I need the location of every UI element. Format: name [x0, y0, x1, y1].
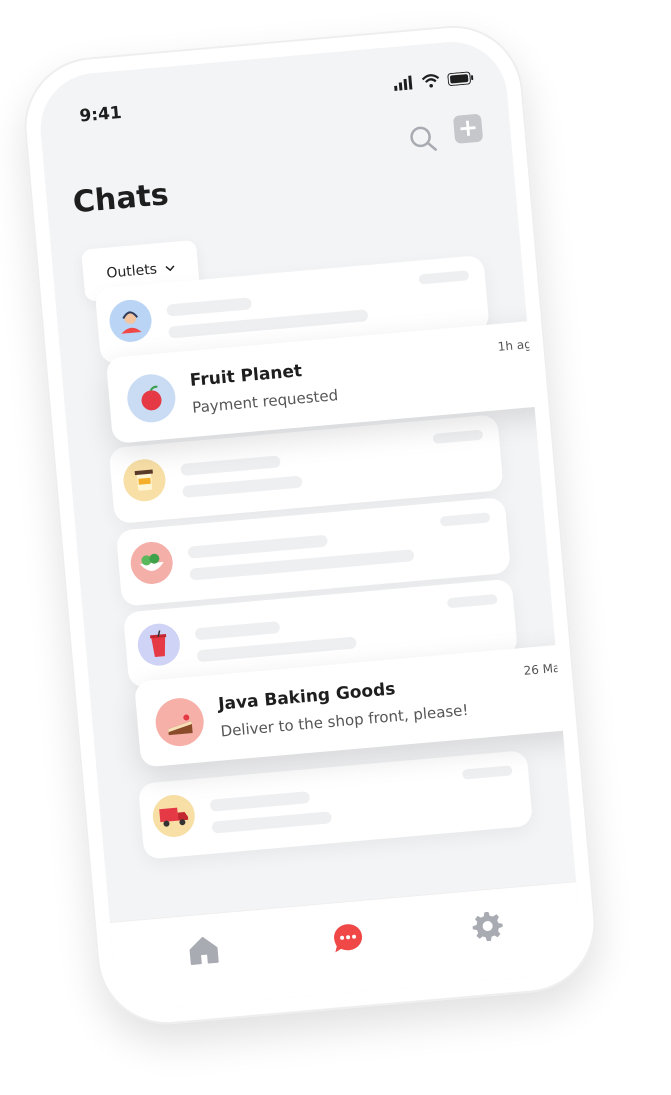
- gear-icon[interactable]: [470, 909, 505, 944]
- skeleton-line: [187, 534, 328, 559]
- skeleton-line: [166, 297, 252, 317]
- battery-icon: [447, 71, 474, 86]
- cake-icon: [153, 696, 206, 749]
- home-icon[interactable]: [186, 934, 220, 967]
- skeleton-line: [211, 811, 333, 834]
- chat-message: Payment requested: [191, 386, 339, 417]
- status-icons: [393, 70, 474, 91]
- chat-name: Fruit Planet: [189, 361, 303, 391]
- skeleton-line: [209, 791, 311, 812]
- salad-bowl-icon: [128, 540, 175, 586]
- skeleton-line: [432, 429, 484, 444]
- skeleton-line: [194, 621, 281, 641]
- skeleton-line: [439, 512, 491, 527]
- search-icon[interactable]: [408, 124, 438, 154]
- delivery-truck-icon: [151, 793, 197, 839]
- skeleton-line: [446, 593, 498, 609]
- juice-icon: [136, 621, 182, 668]
- skeleton-line: [418, 270, 470, 285]
- skeleton-line: [180, 455, 281, 477]
- page-title: Chats: [71, 177, 171, 221]
- support-agent-icon: [107, 298, 154, 344]
- add-chat-button[interactable]: +: [452, 113, 484, 144]
- wifi-icon: [421, 74, 440, 88]
- apple-icon: [125, 372, 178, 425]
- chevron-down-icon: [165, 265, 175, 272]
- outlets-label: Outlets: [105, 261, 158, 282]
- skeleton-line: [196, 636, 357, 663]
- coffee-cup-icon: [121, 457, 168, 504]
- screen: 9:41 Chats + Outlets Fruit Planet Paymen…: [36, 37, 584, 1013]
- skeleton-line: [461, 765, 513, 780]
- skeleton-line: [182, 475, 303, 498]
- phone-mockup: 9:41 Chats + Outlets Fruit Planet Paymen…: [18, 20, 602, 1030]
- chat-item-placeholder[interactable]: [137, 749, 534, 860]
- chat-bubble-icon[interactable]: [331, 921, 366, 956]
- status-time: 9:41: [78, 102, 123, 127]
- page: 9:41 Chats + Outlets Fruit Planet Paymen…: [0, 0, 671, 1095]
- signal-icon: [394, 75, 413, 91]
